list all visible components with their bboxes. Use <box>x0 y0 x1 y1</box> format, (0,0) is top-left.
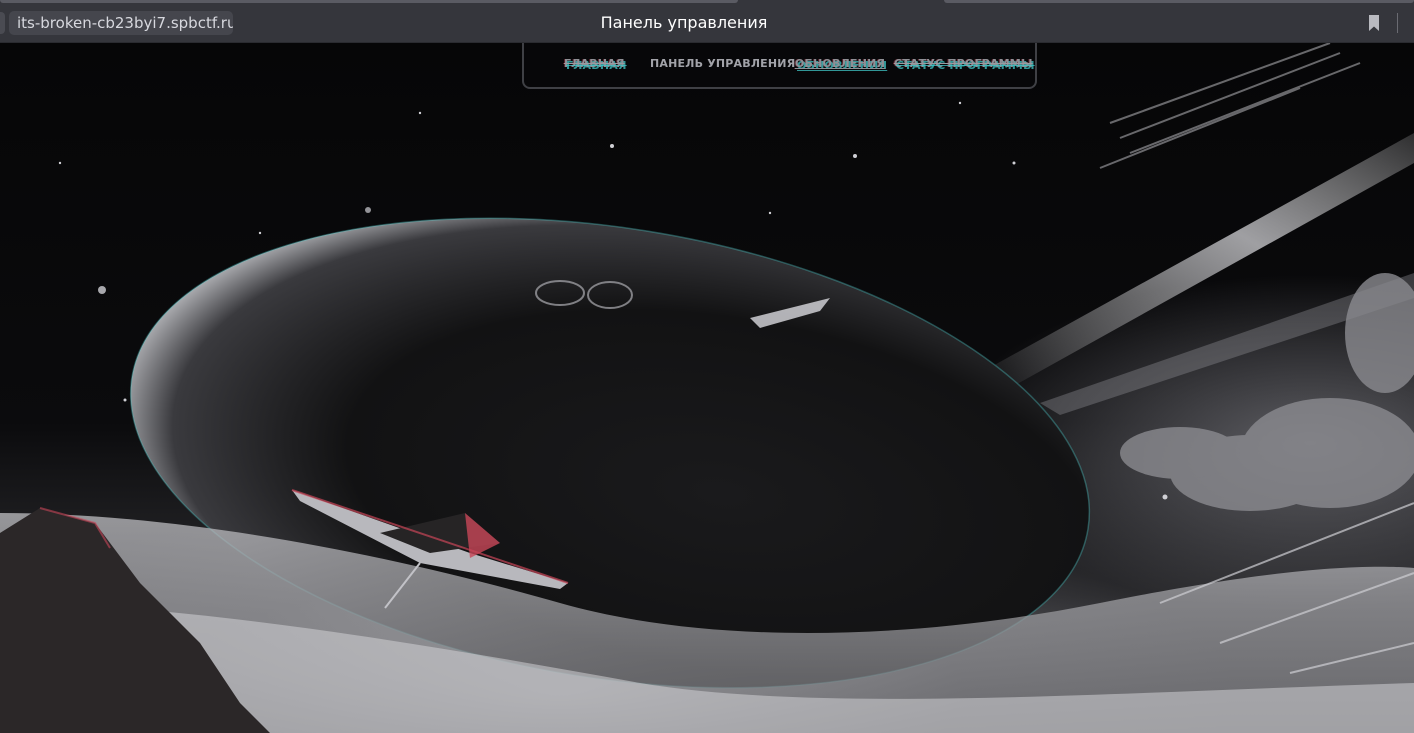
window-title: Панель управления <box>600 13 768 32</box>
tab-strip[interactable] <box>0 0 738 3</box>
space-scene-art <box>0 43 1414 733</box>
main-nav: ГЛАВНАЯ ПАНЕЛЬ УПРАВЛЕНИЯ ОБНОВЛЕНИЯ СТА… <box>522 43 1037 89</box>
hero-background <box>0 43 1414 733</box>
nav-link-home[interactable]: ГЛАВНАЯ <box>564 57 625 71</box>
nav-link-program-status[interactable]: СТАТУС ПРОГРАММЫ <box>894 57 1033 71</box>
toolbar-divider <box>1397 13 1398 33</box>
tab-strip[interactable] <box>944 0 1414 3</box>
bookmark-icon[interactable] <box>1368 15 1380 31</box>
nav-link-updates[interactable]: ОБНОВЛЕНИЯ <box>795 57 885 71</box>
browser-toolbar: its-broken-cb23byi7.spbctf.ru Панель упр… <box>0 0 1414 43</box>
nav-link-control-panel[interactable]: ПАНЕЛЬ УПРАВЛЕНИЯ <box>650 57 795 71</box>
